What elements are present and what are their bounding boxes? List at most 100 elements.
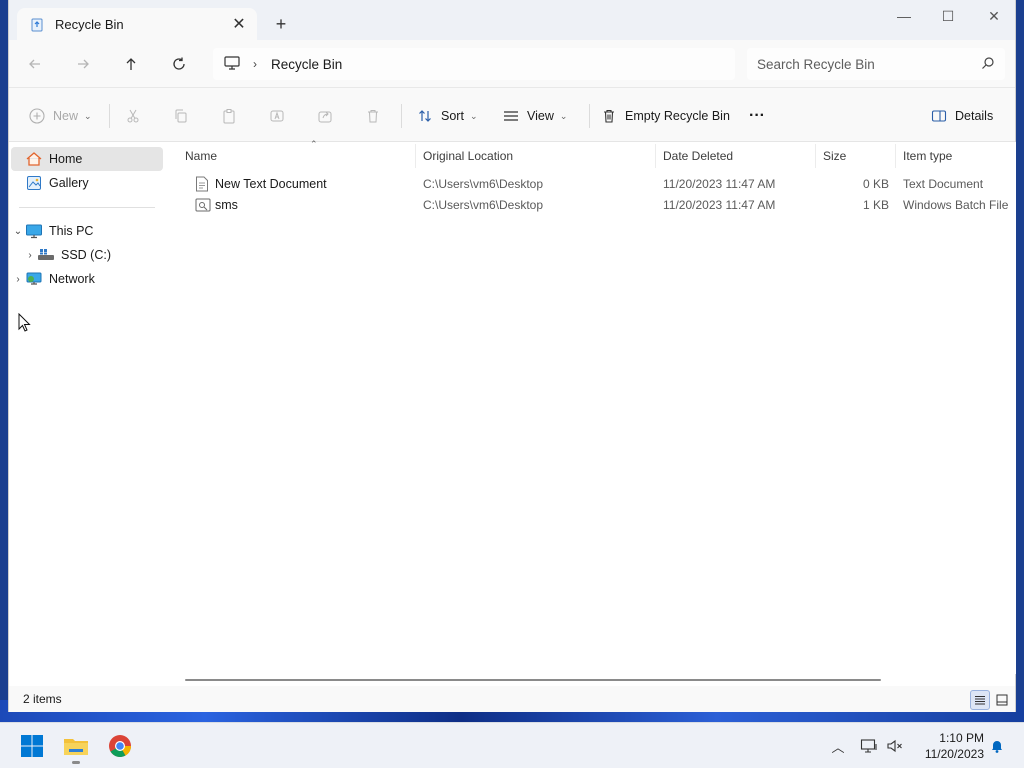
sidebar-item-ssd[interactable]: › SSD (C:)	[23, 243, 163, 267]
home-icon	[25, 150, 43, 168]
windows-logo-icon	[21, 735, 43, 757]
share-button[interactable]	[317, 102, 333, 130]
file-name: sms	[215, 198, 238, 212]
show-hidden-icons-button[interactable]: ︿	[827, 735, 849, 757]
chevron-right-icon[interactable]: ›	[11, 274, 25, 285]
column-header-item-type[interactable]: Item type	[903, 142, 1013, 170]
sidebar-item-this-pc[interactable]: ⌄ This PC	[11, 219, 163, 243]
tab-title: Recycle Bin	[55, 16, 124, 32]
status-bar: 2 items	[9, 686, 1015, 712]
forward-button[interactable]	[67, 50, 99, 78]
rename-button[interactable]	[269, 102, 285, 130]
column-divider[interactable]	[815, 144, 816, 168]
maximize-button[interactable]: ☐	[925, 0, 971, 32]
breadcrumb-separator[interactable]: ›	[253, 57, 257, 71]
address-bar[interactable]: › Recycle Bin	[213, 48, 735, 80]
plus-circle-icon	[29, 108, 45, 124]
view-button[interactable]: View ⌄	[503, 102, 567, 130]
drive-icon	[37, 246, 55, 264]
scissors-icon	[127, 109, 139, 123]
file-name: New Text Document	[215, 177, 327, 191]
refresh-button[interactable]	[163, 50, 195, 78]
clock-time: 1:10 PM	[939, 731, 984, 745]
sidebar-divider	[19, 207, 155, 208]
cut-button[interactable]	[125, 102, 141, 130]
empty-recycle-bin-button[interactable]: Empty Recycle Bin	[601, 102, 730, 130]
close-button[interactable]: ✕	[971, 0, 1017, 32]
computer-icon	[25, 222, 43, 240]
sidebar-item-gallery[interactable]: Gallery	[11, 171, 163, 195]
file-size: 1 KB	[862, 198, 889, 212]
file-explorer-taskbar-button[interactable]	[58, 729, 94, 763]
system-clock[interactable]: 1:10 PM 11/20/2023	[914, 730, 984, 762]
navigation-bar: › Recycle Bin Search Recycle Bin	[9, 40, 1015, 88]
column-divider[interactable]	[415, 144, 416, 168]
column-header-name[interactable]: Name ⌃	[185, 139, 413, 170]
chevron-down-icon[interactable]: ⌄	[11, 226, 25, 237]
toolbar-divider	[401, 104, 402, 128]
new-button[interactable]: New ⌄	[29, 102, 92, 130]
column-header-label: Date Deleted	[663, 149, 734, 163]
item-count: 2 items	[23, 692, 62, 706]
details-label: Details	[955, 109, 994, 123]
sidebar-item-home[interactable]: Home	[11, 147, 163, 171]
back-button[interactable]	[19, 50, 51, 78]
taskbar: ︿ 1:10 PM 11/20/2023	[0, 722, 1024, 768]
details-pane-button[interactable]: Details	[931, 102, 993, 130]
minimize-button[interactable]: —	[881, 0, 927, 32]
trash-icon	[604, 109, 614, 123]
breadcrumb-recycle-bin[interactable]: Recycle Bin	[271, 57, 342, 72]
details-pane-icon	[931, 110, 947, 122]
paste-button[interactable]	[221, 102, 237, 130]
new-tab-button[interactable]: +	[267, 10, 295, 38]
navigation-pane: Home Gallery ⌄ This PC › SSD (C:) › Netw…	[9, 142, 169, 674]
forward-arrow-icon	[78, 59, 89, 69]
chevron-down-icon: ⌄	[84, 110, 92, 121]
search-input[interactable]: Search Recycle Bin	[757, 57, 981, 72]
tab-close-button[interactable]: ✕	[225, 10, 253, 38]
details-view-icon	[975, 696, 985, 705]
rename-icon	[270, 110, 284, 122]
column-header-original-location[interactable]: Original Location	[423, 142, 653, 170]
sidebar-item-label: Home	[49, 152, 83, 166]
column-header-label: Original Location	[423, 149, 514, 163]
copy-button[interactable]	[173, 102, 189, 130]
sort-icon	[419, 110, 431, 122]
file-explorer-window: Recycle Bin ✕ + — ☐ ✕ › Recycle Bin Sear…	[8, 0, 1016, 712]
column-header-date-deleted[interactable]: Date Deleted	[663, 142, 813, 170]
new-label: New	[53, 109, 79, 123]
details-view-toggle[interactable]	[970, 690, 990, 710]
volume-tray-button[interactable]	[884, 735, 906, 757]
table-row[interactable]: sms C:\Users\vm6\Desktop 11/20/2023 11:4…	[185, 195, 1015, 215]
horizontal-scrollbar[interactable]	[185, 679, 881, 681]
gallery-icon	[25, 174, 43, 192]
empty-recycle-bin-label: Empty Recycle Bin	[625, 109, 730, 123]
up-button[interactable]	[115, 50, 147, 78]
tiles-view-toggle[interactable]	[992, 690, 1012, 710]
sort-button[interactable]: Sort ⌄	[417, 102, 477, 130]
tab-recycle-bin[interactable]: Recycle Bin ✕	[17, 8, 257, 40]
recycle-bin-icon	[29, 16, 45, 32]
folder-icon	[64, 739, 88, 755]
file-original-location: C:\Users\vm6\Desktop	[423, 198, 544, 212]
sidebar-item-network[interactable]: › Network	[11, 267, 163, 291]
copy-icon	[175, 109, 187, 123]
network-icon	[25, 270, 43, 288]
network-tray-button[interactable]	[858, 735, 880, 757]
table-row[interactable]: New Text Document C:\Users\vm6\Desktop 1…	[185, 174, 1015, 194]
sidebar-item-label: SSD (C:)	[61, 248, 111, 262]
column-header-size[interactable]: Size	[823, 142, 893, 170]
delete-button[interactable]	[365, 102, 381, 130]
start-button[interactable]	[14, 729, 50, 763]
chrome-taskbar-button[interactable]	[102, 729, 138, 763]
chevron-right-icon[interactable]: ›	[23, 250, 37, 261]
column-divider[interactable]	[655, 144, 656, 168]
notifications-button[interactable]	[986, 735, 1008, 757]
column-divider[interactable]	[895, 144, 896, 168]
clipboard-icon	[223, 109, 235, 124]
command-bar: New ⌄ Sort ⌄ View ⌄ Empty Recycle Bin ··…	[9, 88, 1015, 142]
sidebar-item-label: This PC	[49, 224, 94, 238]
search-box[interactable]: Search Recycle Bin	[747, 48, 1005, 80]
more-options-button[interactable]: ···	[749, 102, 765, 130]
back-arrow-icon	[29, 59, 40, 69]
